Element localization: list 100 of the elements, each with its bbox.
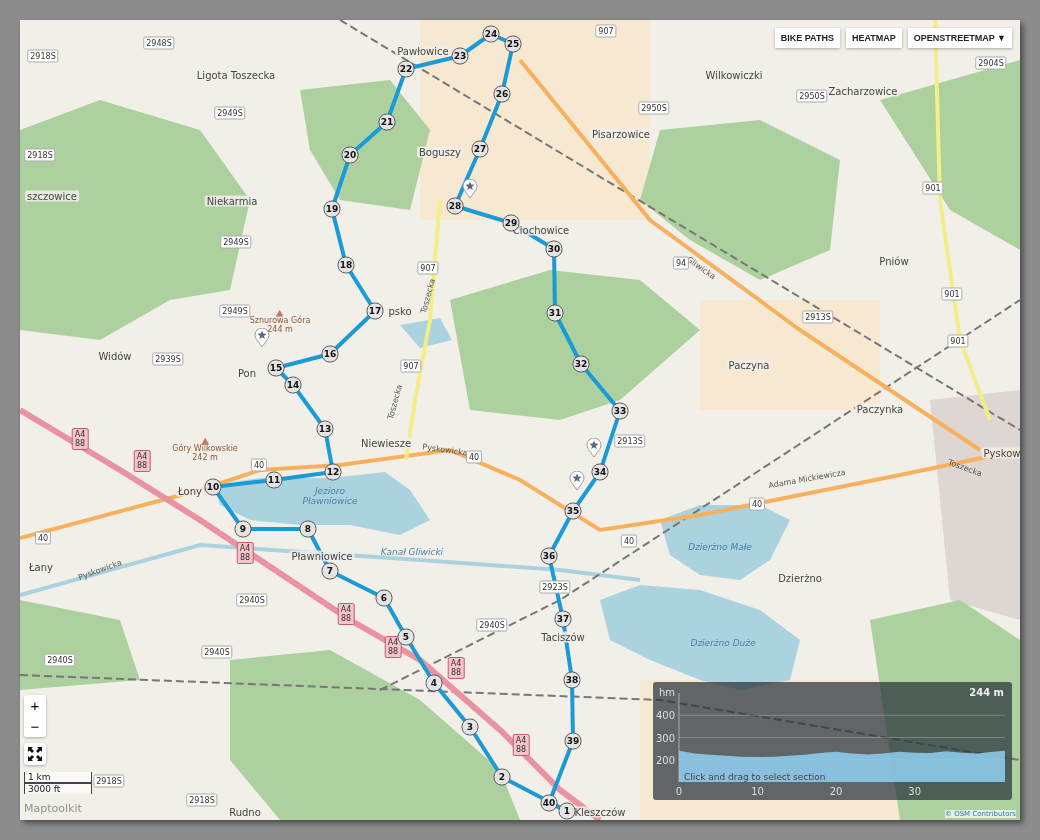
- waypoint-marker[interactable]: 19: [323, 200, 341, 218]
- waypoint-marker[interactable]: 34: [591, 463, 609, 481]
- y-tick-label: 200: [655, 754, 675, 766]
- layer-button[interactable]: OPENSTREETMAP ▼: [907, 28, 1012, 48]
- place-label: Zacharzowice: [826, 85, 900, 97]
- zoom-in-button[interactable]: +: [24, 695, 46, 716]
- waypoint-marker[interactable]: 30: [545, 240, 563, 258]
- place-label: Pyskow: [981, 447, 1020, 459]
- peak-name: Sznurowa Góra: [249, 316, 311, 325]
- layer-button[interactable]: HEATMAP: [845, 28, 902, 48]
- waypoint-marker[interactable]: 17: [366, 302, 384, 320]
- layer-button[interactable]: BIKE PATHS: [774, 28, 840, 48]
- axis-unit: hm: [658, 687, 675, 698]
- waypoint-marker[interactable]: 1: [558, 802, 576, 820]
- waypoint-marker[interactable]: 15: [267, 359, 285, 377]
- x-tick-label: 30: [908, 786, 922, 797]
- waypoint-marker[interactable]: 37: [554, 610, 572, 628]
- star-pin-icon[interactable]: [462, 179, 478, 199]
- place-label: Paczynka: [854, 403, 906, 415]
- waypoint-marker[interactable]: 7: [321, 562, 339, 580]
- map-logo: Maptoolkit: [24, 802, 82, 815]
- waypoint-marker[interactable]: 14: [284, 376, 302, 394]
- place-label: Dzierżno: [776, 572, 824, 584]
- waypoint-marker[interactable]: 18: [337, 256, 355, 274]
- star-pin-icon[interactable]: [254, 328, 270, 348]
- motorway-sign: A4 88: [236, 542, 254, 564]
- waypoint-marker[interactable]: 3: [461, 718, 479, 736]
- road-number: 2940S: [201, 645, 233, 659]
- place-label: Pisarzowice: [590, 128, 652, 140]
- waypoint-marker[interactable]: 6: [375, 589, 393, 607]
- waypoint-marker[interactable]: 9: [234, 520, 252, 538]
- peak-elevation: 244 m: [267, 325, 293, 335]
- scale-bar-metric: 1 km: [24, 772, 92, 783]
- motorway-sign: A4 88: [512, 734, 530, 756]
- waypoint-marker[interactable]: 40: [540, 794, 558, 812]
- x-tick-label: 10: [751, 786, 764, 797]
- road-number: 901: [941, 287, 963, 301]
- waypoint-marker[interactable]: 39: [564, 732, 582, 750]
- star-pin-icon[interactable]: [569, 471, 585, 491]
- x-tick-label: 0: [675, 786, 683, 797]
- waypoint-marker[interactable]: 16: [321, 345, 339, 363]
- zoom-out-button[interactable]: −: [24, 716, 46, 737]
- road-number: 40: [34, 531, 52, 545]
- place-label: Pławniowice: [289, 550, 355, 562]
- place-label: Łony: [176, 485, 204, 497]
- fullscreen-icon: [28, 747, 42, 761]
- waypoint-marker[interactable]: 5: [397, 628, 415, 646]
- waypoint-marker[interactable]: 10: [204, 478, 222, 496]
- peak-elevation: 242 m: [192, 453, 218, 463]
- road-number: 2939S: [152, 352, 184, 366]
- street-label: Pyskowicka: [421, 442, 469, 458]
- road-number: 2949S: [214, 106, 246, 120]
- place-label: psko: [386, 305, 414, 317]
- map[interactable]: [20, 20, 1020, 820]
- motorway-sign: A4 88: [447, 657, 465, 679]
- road-number: 2940S: [236, 593, 268, 607]
- water-label: Jezioro Pławniowice: [301, 487, 359, 507]
- place-label: Pawłowice: [395, 45, 451, 57]
- place-label: Widów: [96, 350, 134, 362]
- place-label: Taciszów: [539, 631, 587, 643]
- road-number: 907: [417, 261, 439, 275]
- place-label: Niekarmia: [204, 195, 260, 207]
- waypoint-marker[interactable]: 22: [397, 60, 415, 78]
- place-label: Pniów: [877, 255, 911, 267]
- waypoint-marker[interactable]: 38: [563, 671, 581, 689]
- motorway-sign: A4 88: [133, 450, 151, 472]
- motorway-sign: A4 88: [384, 636, 402, 658]
- waypoint-marker[interactable]: 4: [425, 674, 443, 692]
- place-label: szczowice: [25, 190, 79, 202]
- road-number: 2904S: [975, 56, 1007, 70]
- x-tick-label: 20: [829, 786, 843, 797]
- fullscreen-button[interactable]: [24, 743, 46, 765]
- road-number: 907: [595, 24, 617, 38]
- road-number: 2940S: [44, 653, 76, 667]
- road-number: 2918S: [93, 774, 125, 788]
- place-label: Ligota Toszecka: [194, 69, 278, 81]
- waypoint-marker[interactable]: 35: [564, 502, 582, 520]
- street-label: Adama Mickiewicza: [767, 467, 847, 491]
- star-pin-icon[interactable]: [586, 438, 602, 458]
- peak-icon: [276, 309, 284, 317]
- place-label: Boguszy: [417, 146, 463, 158]
- place-label: Kleszczów: [572, 806, 628, 818]
- motorway-sign: A4 88: [71, 428, 89, 450]
- water-label: Kanał Gliwicki: [379, 548, 445, 558]
- peak-icon: [201, 437, 209, 445]
- road-number: 2940S: [476, 618, 508, 632]
- road-number: 40: [748, 497, 766, 511]
- road-number: 2949S: [220, 235, 252, 249]
- y-tick-label: 300: [655, 732, 675, 744]
- road-number: 2950S: [796, 89, 828, 103]
- road-number: 2949S: [219, 304, 251, 318]
- waypoint-marker[interactable]: 33: [611, 402, 629, 420]
- waypoint-marker[interactable]: 36: [540, 547, 558, 565]
- road-number: 2950S: [638, 101, 670, 115]
- road-number: 40: [620, 534, 638, 548]
- road-number: 901: [922, 181, 944, 195]
- elevation-panel[interactable]: 200 300 400 0 10 20 30 hm 244 m Click and drag to select section: [653, 682, 1012, 800]
- peak-name: Góry Wilkowskie: [172, 444, 238, 453]
- road-number: 40: [250, 458, 268, 472]
- waypoint-marker[interactable]: 13: [316, 420, 334, 438]
